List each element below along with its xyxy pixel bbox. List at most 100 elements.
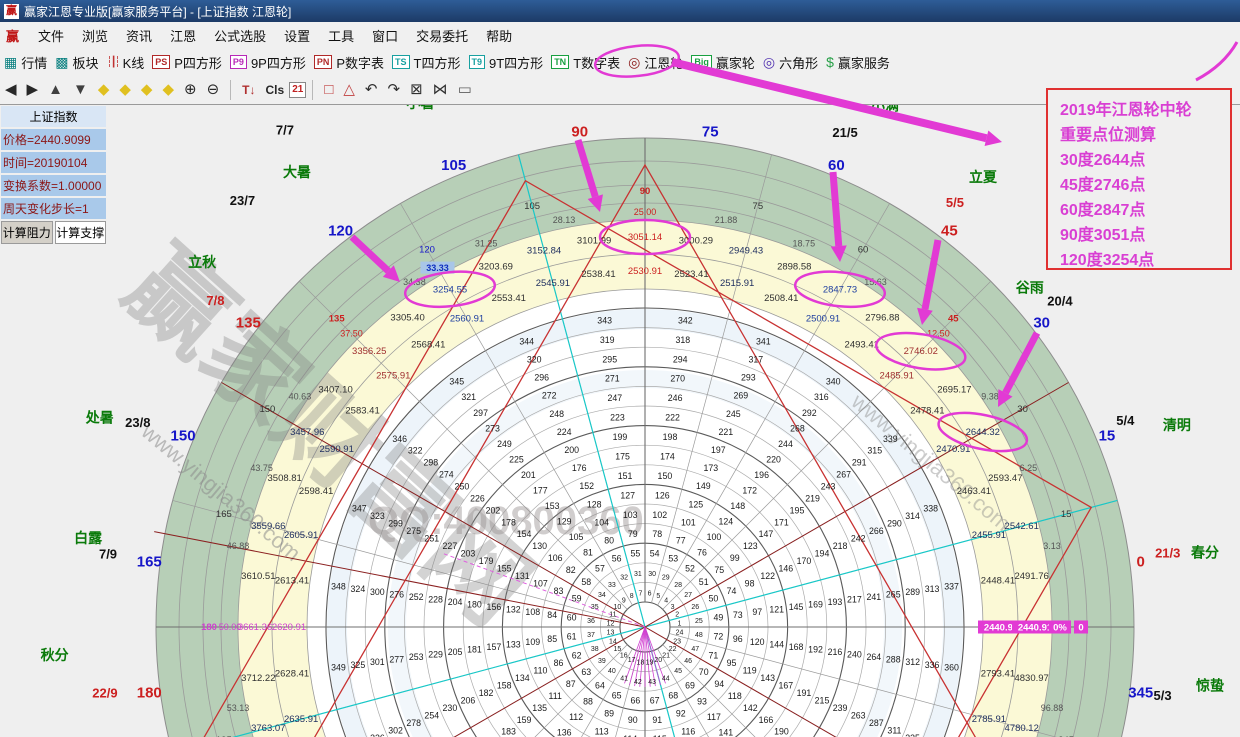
svg-text:28.13: 28.13: [553, 215, 576, 225]
svg-text:278: 278: [406, 718, 421, 728]
rotate-cw-icon[interactable]: ↷: [388, 78, 401, 102]
svg-text:2: 2: [675, 612, 679, 619]
svg-text:2493.41: 2493.41: [845, 340, 879, 351]
screen-icon[interactable]: ▭: [458, 78, 472, 102]
move-left-icon[interactable]: ◆: [98, 78, 110, 102]
svg-text:2523.41: 2523.41: [674, 269, 708, 280]
cls-icon[interactable]: Cls: [266, 78, 285, 102]
toolbar-t-table-button[interactable]: TNT数字表: [551, 53, 620, 72]
toolbar-hexagon-button[interactable]: ◎六角形: [763, 53, 818, 72]
svg-text:105: 105: [524, 201, 540, 212]
toolbar-t-square-button[interactable]: TST四方形: [392, 53, 460, 72]
toolbar-quotes-button[interactable]: ▦行情: [4, 53, 47, 72]
svg-text:47: 47: [691, 646, 699, 653]
svg-text:50: 50: [708, 594, 718, 604]
svg-text:处暑: 处暑: [85, 410, 114, 426]
calc-resistance-button[interactable]: 计算阻力: [1, 221, 53, 244]
toolbar-p-table-button[interactable]: PNP数字表: [314, 53, 384, 72]
svg-text:17: 17: [628, 657, 636, 664]
clear-box-icon[interactable]: ⊠: [410, 78, 423, 102]
svg-text:79: 79: [628, 529, 638, 539]
up-mark-icon[interactable]: ▲: [48, 78, 63, 102]
svg-text:85: 85: [547, 634, 557, 644]
svg-text:3152.84: 3152.84: [527, 245, 561, 256]
sectors-label: 板块: [72, 53, 98, 72]
svg-text:175: 175: [615, 451, 630, 461]
annotation-line-4: 60度2847点: [1060, 198, 1224, 223]
move-right-icon[interactable]: ◆: [119, 78, 131, 102]
back-icon[interactable]: ◀: [5, 78, 17, 102]
main-toolbar: ▦行情 ▩板块 ┆┃┆K线 PSP四方形 P99P四方形 PNP数字表 TST四方形 T99T…: [0, 48, 1240, 77]
svg-text:2796.88: 2796.88: [865, 313, 899, 324]
calendar-icon[interactable]: 21: [289, 82, 306, 98]
svg-text:43: 43: [648, 679, 656, 686]
forward-icon[interactable]: ▶: [27, 78, 39, 102]
menu-9[interactable]: 帮助: [477, 26, 521, 45]
svg-text:129: 129: [557, 517, 572, 527]
svg-text:2455.91: 2455.91: [972, 530, 1006, 541]
toolbar-gann-wheel-button[interactable]: ◎江恩轮: [628, 53, 683, 72]
application-window: 赢 赢家江恩专业版[赢家服务平台] - [上证指数 江恩轮] 赢 文件浏览资讯江…: [0, 0, 1240, 737]
triangle-tool-icon[interactable]: △: [343, 78, 355, 102]
svg-text:293: 293: [741, 373, 756, 383]
svg-text:131: 131: [515, 571, 530, 581]
svg-text:3763.07: 3763.07: [251, 723, 285, 734]
down-mark-icon[interactable]: ▼: [73, 78, 88, 102]
svg-text:96.88: 96.88: [1041, 703, 1064, 713]
menu-7[interactable]: 窗口: [363, 26, 407, 45]
svg-text:4830.97: 4830.97: [1014, 673, 1048, 684]
move-down-icon[interactable]: ◆: [162, 78, 174, 102]
annotation-line-3: 45度2746点: [1060, 173, 1224, 198]
menu-4[interactable]: 公式选股: [205, 26, 275, 45]
svg-text:42: 42: [634, 679, 642, 686]
svg-text:60: 60: [567, 612, 577, 622]
menu-2[interactable]: 资讯: [117, 26, 161, 45]
svg-text:65: 65: [612, 690, 622, 700]
svg-text:240: 240: [847, 650, 862, 660]
fit-icon[interactable]: ⋈: [433, 78, 448, 102]
menu-3[interactable]: 江恩: [161, 26, 205, 45]
toolbar-sectors-button[interactable]: ▩板块: [55, 53, 98, 72]
toolbar-p-square-button[interactable]: PSP四方形: [152, 53, 222, 72]
toolbar-9t-square-button[interactable]: T99T四方形: [469, 53, 544, 72]
window-title: 赢家江恩专业版[赢家服务平台] - [上证指数 江恩轮]: [24, 3, 291, 20]
menu-1[interactable]: 浏览: [73, 26, 117, 45]
svg-text:62: 62: [572, 650, 582, 660]
menu-6[interactable]: 工具: [319, 26, 363, 45]
toolbar-winner-wheel-button[interactable]: Big赢家轮: [691, 53, 755, 72]
toolbar-kline-button[interactable]: ┆┃┆K线: [107, 53, 145, 72]
svg-text:274: 274: [439, 470, 454, 480]
svg-text:2568.41: 2568.41: [411, 340, 445, 351]
calc-support-button[interactable]: 计算支撑: [55, 221, 107, 244]
svg-text:338: 338: [923, 504, 938, 514]
svg-text:15: 15: [1099, 428, 1116, 445]
svg-text:347: 347: [352, 504, 367, 514]
svg-text:112: 112: [569, 712, 583, 722]
menu-8[interactable]: 交易委托: [407, 26, 477, 45]
svg-text:171: 171: [774, 517, 789, 527]
toolbar-winner-service-button[interactable]: $赢家服务: [826, 53, 890, 72]
svg-text:2545.91: 2545.91: [536, 278, 570, 289]
svg-text:86: 86: [554, 658, 564, 668]
menu-0[interactable]: 文件: [29, 26, 73, 45]
svg-text:108: 108: [525, 607, 540, 617]
svg-text:149: 149: [696, 481, 711, 491]
svg-text:320: 320: [527, 354, 542, 364]
menu-bar: 赢 文件浏览资讯江恩公式选股设置工具窗口交易委托帮助: [0, 22, 1240, 49]
move-up-icon[interactable]: ◆: [141, 78, 153, 102]
square-tool-icon[interactable]: □: [324, 78, 333, 102]
svg-text:336: 336: [925, 660, 940, 670]
svg-text:67: 67: [650, 695, 660, 705]
svg-text:121: 121: [769, 605, 784, 615]
zoom-in-icon[interactable]: ⊕: [184, 78, 197, 102]
menu-5[interactable]: 设置: [275, 26, 319, 45]
svg-text:32: 32: [620, 575, 628, 582]
rotate-ccw-icon[interactable]: ↶: [365, 78, 378, 102]
svg-text:3.13: 3.13: [1043, 541, 1061, 551]
height-adjust-icon[interactable]: T↓: [242, 78, 255, 102]
zoom-out-icon[interactable]: ⊖: [207, 78, 220, 102]
svg-text:315: 315: [867, 446, 882, 456]
svg-text:322: 322: [408, 446, 423, 456]
svg-text:178: 178: [501, 517, 516, 527]
toolbar-9p-square-button[interactable]: P99P四方形: [230, 53, 306, 72]
